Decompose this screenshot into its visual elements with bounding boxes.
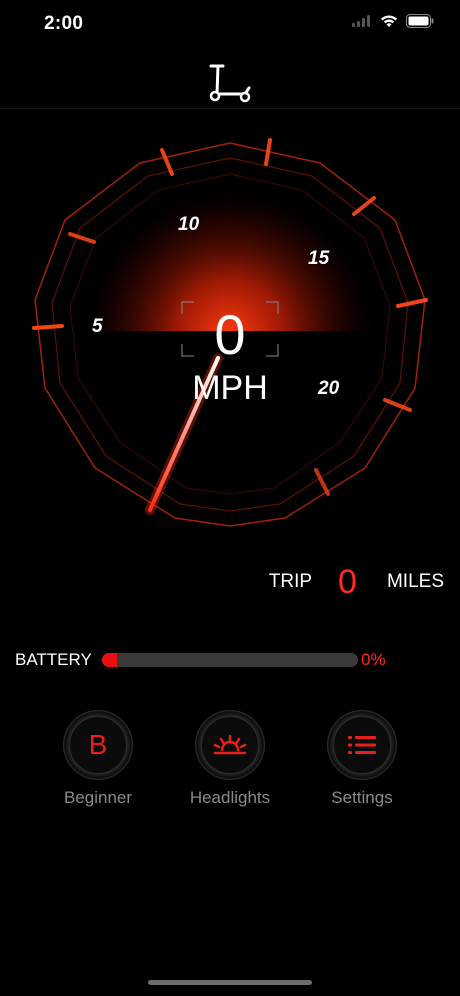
battery-icon [406, 14, 434, 28]
trip-unit: MILES [386, 571, 444, 592]
settings-button-inner [333, 716, 391, 774]
status-bar: 2:00 [0, 0, 460, 50]
beginner-b-icon: B [88, 729, 108, 760]
beginner-mode-button[interactable]: B [63, 710, 133, 780]
settings-button[interactable] [327, 710, 397, 780]
status-icons [352, 14, 434, 28]
gauge-tick-label: 15 [308, 248, 330, 269]
speed-value: 0 [214, 303, 246, 366]
gauge-tick-label: 10 [178, 214, 200, 235]
signal-icon [352, 15, 370, 27]
trip-label: TRIP [268, 571, 313, 592]
battery-percent: 0% [361, 650, 386, 669]
status-time: 2:00 [44, 13, 84, 34]
trip-row: TRIP 0 MILES [269, 562, 444, 602]
beginner-mode-button-inner: B [69, 716, 127, 774]
home-indicator[interactable] [148, 980, 312, 985]
app-header [0, 50, 460, 109]
headlights-icon [213, 734, 247, 755]
battery-bar [102, 653, 358, 667]
scooter-icon [209, 64, 251, 103]
beginner-mode-label[interactable]: Beginner [28, 788, 168, 808]
speed-unit: MPH [192, 369, 268, 407]
headlights-button-inner [201, 716, 259, 774]
headlights-label[interactable]: Headlights [160, 788, 300, 808]
headlights-button[interactable] [195, 710, 265, 780]
settings-list-icon [348, 736, 376, 754]
battery-bar-fill [102, 653, 118, 667]
wifi-icon [381, 15, 397, 27]
battery-label: BATTERY [15, 650, 92, 669]
trip-value: 0 [338, 563, 357, 601]
settings-label[interactable]: Settings [292, 788, 432, 808]
